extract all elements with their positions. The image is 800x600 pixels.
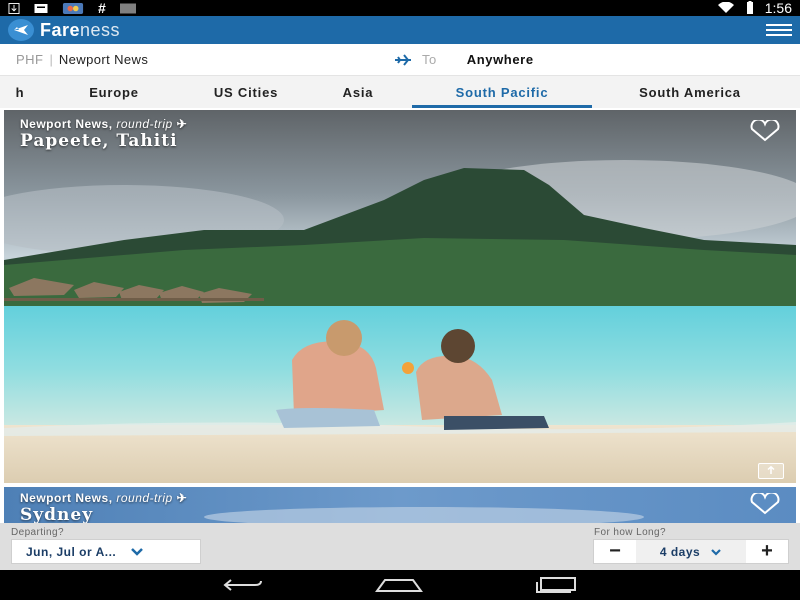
destination-value: Anywhere xyxy=(466,52,534,67)
origin-field[interactable]: PHF | Newport News xyxy=(0,52,390,67)
card-destination: Sydney xyxy=(20,505,94,523)
notification-icons: # xyxy=(8,0,136,16)
recents-icon[interactable] xyxy=(533,576,579,594)
card-origin: Newport News, round-trip ✈ xyxy=(20,117,188,131)
plane-icon: ✈ xyxy=(176,117,188,131)
departing-value: Jun, Jul or A... xyxy=(26,544,117,559)
tab-europe[interactable]: Europe xyxy=(40,76,188,108)
share-icon xyxy=(767,466,775,474)
hamburger-icon xyxy=(766,24,792,26)
to-label: To xyxy=(422,52,437,67)
tab-asia[interactable]: Asia xyxy=(304,76,412,108)
menu-button[interactable] xyxy=(766,20,792,40)
share-button[interactable] xyxy=(758,463,784,479)
download-icon xyxy=(8,2,20,14)
departing-label: Departing? xyxy=(11,527,64,538)
increase-duration-button[interactable]: + xyxy=(746,540,788,563)
chevron-down-icon xyxy=(711,548,721,556)
barcode-icon xyxy=(120,3,136,13)
departing-select[interactable]: Jun, Jul or A... xyxy=(11,539,201,564)
origin-code: PHF xyxy=(16,52,44,67)
plane-logo-icon xyxy=(8,19,34,41)
battery-icon xyxy=(746,1,753,14)
tab-south-pacific[interactable]: South Pacific xyxy=(412,76,592,108)
duration-select[interactable]: 4 days xyxy=(636,540,746,563)
clock: 1:56 xyxy=(764,0,792,16)
divider: | xyxy=(49,52,53,67)
plane-icon: ✈ xyxy=(176,491,188,505)
status-bar: # 1:56 xyxy=(0,0,800,16)
route-selector: PHF | Newport News To Anywhere xyxy=(0,44,800,76)
decrease-duration-button[interactable]: − xyxy=(594,540,636,563)
tab-us-cities[interactable]: US Cities xyxy=(188,76,304,108)
card-header: Newport News, round-trip ✈ Papeete, Tahi… xyxy=(20,117,187,151)
hash-icon: # xyxy=(98,0,106,16)
app-notification-icon xyxy=(62,2,84,14)
app-screen: # 1:56 Fareness PHF | Newport News To An… xyxy=(0,0,800,600)
app-logo[interactable]: Fareness xyxy=(8,19,120,41)
tab-north-america[interactable]: h xyxy=(0,76,40,108)
duration-label: For how Long? xyxy=(594,527,666,538)
favorite-heart-icon[interactable] xyxy=(748,493,782,515)
filter-bar: Departing? Jun, Jul or A... For how Long… xyxy=(0,523,800,570)
back-icon[interactable] xyxy=(221,577,265,593)
wifi-icon xyxy=(717,2,734,13)
brand-name: Fareness xyxy=(40,19,121,40)
home-icon[interactable] xyxy=(375,577,423,593)
card-header: Newport News, round-trip ✈ Sydney xyxy=(20,491,187,523)
tab-south-america[interactable]: South America xyxy=(592,76,788,108)
region-tabs: h Europe US Cities Asia South Pacific So… xyxy=(0,76,800,108)
favorite-heart-icon[interactable] xyxy=(748,120,782,142)
destination-card[interactable]: Newport News, round-trip ✈ Papeete, Tahi… xyxy=(4,110,796,483)
destination-card[interactable]: Newport News, round-trip ✈ Sydney xyxy=(4,487,796,523)
system-icons: 1:56 xyxy=(717,0,792,16)
destination-field[interactable]: To Anywhere xyxy=(390,52,534,67)
destination-photo xyxy=(4,110,796,483)
app-bar: Fareness xyxy=(0,16,800,44)
plane-icon xyxy=(395,53,411,66)
system-nav-bar xyxy=(0,570,800,600)
message-icon xyxy=(34,3,48,13)
duration-value: 4 days xyxy=(659,544,701,559)
card-origin: Newport News, round-trip ✈ xyxy=(20,491,188,505)
chevron-down-icon xyxy=(131,548,144,556)
duration-stepper: − 4 days + xyxy=(593,539,789,564)
origin-city: Newport News xyxy=(58,52,149,67)
card-destination: Papeete, Tahiti xyxy=(20,131,178,151)
